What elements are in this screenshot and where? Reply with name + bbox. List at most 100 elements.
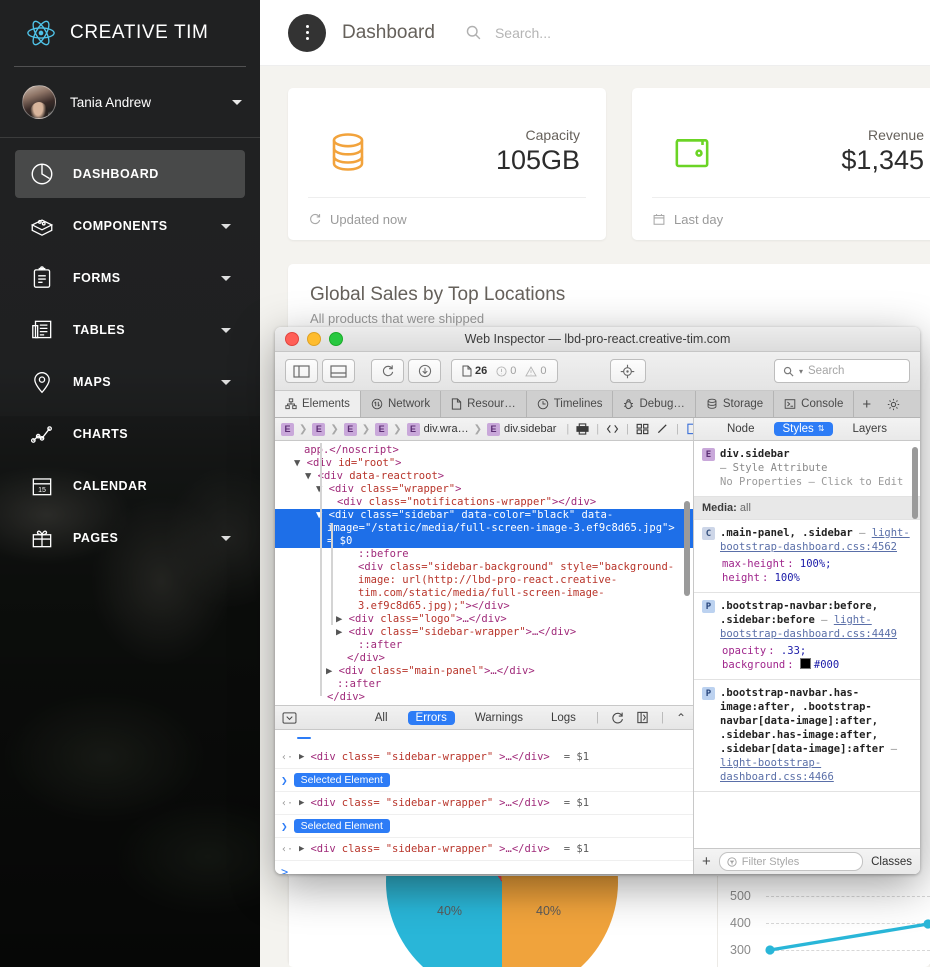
sidebar-item-pages[interactable]: PAGES xyxy=(15,514,245,562)
code-brackets-icon[interactable] xyxy=(606,423,619,435)
dom-line[interactable]: <div class="sidebar-background" style="b… xyxy=(275,561,693,613)
console-row-input[interactable]: ❯ Selected Element xyxy=(275,769,693,792)
dom-tree[interactable]: app.</noscript> ▼ <div id="root"> ▼ <div… xyxy=(275,441,693,705)
dom-line[interactable]: ▶ <div class="logo">…</div> xyxy=(275,613,693,626)
lego-block-icon xyxy=(30,219,54,236)
console-row-input[interactable]: ❯ Selected Element xyxy=(275,815,693,838)
style-rule-sidebar-after[interactable]: P .bootstrap-navbar.has-image:after, .bo… xyxy=(694,680,920,792)
sidebar-item-charts[interactable]: CHARTS xyxy=(15,410,245,458)
tab-resources[interactable]: Resour… xyxy=(441,391,527,417)
console-prompt-row[interactable]: > xyxy=(275,861,693,874)
dom-line[interactable]: </div> xyxy=(275,691,693,704)
breadcrumb-item-wrapper[interactable]: E div.wra… xyxy=(405,422,471,436)
filter-styles-input[interactable]: Filter Styles xyxy=(718,852,864,871)
sidebar-item-components[interactable]: COMPONENTS xyxy=(15,202,245,250)
breadcrumb-item[interactable]: E xyxy=(342,422,359,436)
split-console-icon[interactable] xyxy=(636,711,649,724)
grid-layout-icon[interactable] xyxy=(636,423,649,435)
style-rule-sidebar-before[interactable]: P .bootstrap-navbar:before, .sidebar:bef… xyxy=(694,593,920,680)
tab-settings-button[interactable] xyxy=(879,391,908,417)
style-source-link[interactable]: light-bootstrap-dashboard.css:4466 xyxy=(720,757,834,783)
styles-scrollbar[interactable] xyxy=(912,447,918,519)
sidebar-logo[interactable]: CREATIVE TIM xyxy=(0,0,260,66)
add-style-rule-button[interactable]: + xyxy=(702,854,711,869)
dom-line[interactable]: ▼ <div class="wrapper"> xyxy=(275,483,693,496)
download-button[interactable] xyxy=(408,359,441,383)
console-filter-errors[interactable]: Errors xyxy=(407,710,455,725)
dom-line[interactable]: ▼ <div data-reactroot> xyxy=(275,470,693,483)
dock-bottom-button[interactable] xyxy=(322,359,355,383)
tab-node[interactable]: Node xyxy=(719,422,763,436)
chevron-down-icon[interactable] xyxy=(221,535,231,541)
console-row[interactable]: ‹· ▶ <div class= "sidebar-wrapper" >…</div… xyxy=(275,838,693,861)
tab-timelines[interactable]: Timelines xyxy=(527,391,614,417)
chevron-down-icon[interactable] xyxy=(221,223,231,229)
console-row[interactable]: ‹· ▶ <div class= "sidebar-wrapper" >…</div… xyxy=(275,746,693,769)
search-input[interactable] xyxy=(492,23,727,42)
tab-console[interactable]: Console xyxy=(774,391,855,417)
navbar-search[interactable] xyxy=(465,23,727,42)
console-row[interactable]: ‹· ▶ <div class= "sidebar-wrapper" >…</div… xyxy=(275,792,693,815)
dom-line[interactable]: <div class="notifications-wrapper"></div… xyxy=(275,496,693,509)
console-filter-warnings[interactable]: Warnings xyxy=(467,711,531,725)
sidebar-item-forms[interactable]: FORMS xyxy=(15,254,245,302)
console-filter-logs[interactable]: Logs xyxy=(543,711,584,725)
dom-line-selected[interactable]: ▼ <div class="sidebar" data-color="black… xyxy=(275,509,693,548)
dom-line[interactable]: ::after xyxy=(275,639,693,652)
pencil-edit-icon[interactable] xyxy=(656,423,669,435)
tab-debugger[interactable]: Debug… xyxy=(613,391,696,417)
tab-network[interactable]: Network xyxy=(361,391,442,417)
dom-line[interactable]: </div> xyxy=(275,652,693,665)
breadcrumb-item-sidebar[interactable]: E div.sidebar xyxy=(485,422,558,436)
chevron-down-icon[interactable] xyxy=(221,327,231,333)
styles-rule-list[interactable]: E div.sidebar — Style Attribute No Prope… xyxy=(694,441,920,848)
sidebar-item-maps[interactable]: MAPS xyxy=(15,358,245,406)
dom-line[interactable]: ▶ <div class="fixed-plugin">…</div> xyxy=(275,704,693,705)
reload-button[interactable] xyxy=(371,359,404,383)
sidebar-item-dashboard[interactable]: DASHBOARD xyxy=(15,150,245,198)
sidebar-item-tables[interactable]: TABLES xyxy=(15,306,245,354)
style-property: max-height: 100%; xyxy=(722,558,832,570)
tab-styles[interactable]: Styles ⇅ xyxy=(774,422,833,436)
dom-line[interactable]: ▼ <div id="root"> xyxy=(275,457,693,470)
dom-line[interactable]: ▶ <div class="sidebar-wrapper">…</div> xyxy=(275,626,693,639)
tab-add-button[interactable]: + xyxy=(854,391,879,417)
console-filter-icon[interactable] xyxy=(282,711,297,724)
breadcrumb-item[interactable]: E xyxy=(310,422,327,436)
panel-toggle-icon[interactable] xyxy=(686,423,693,435)
dom-line[interactable]: ::after xyxy=(275,678,693,691)
inspector-titlebar[interactable]: Web Inspector — lbd-pro-react.creative-t… xyxy=(275,327,920,352)
color-swatch[interactable] xyxy=(799,658,811,669)
element-badge: E xyxy=(281,422,294,436)
clear-console-icon[interactable] xyxy=(611,711,624,724)
console-filter-all[interactable]: All xyxy=(367,711,396,725)
sidebar-user[interactable]: Tania Andrew xyxy=(0,67,260,137)
dom-line[interactable]: ::before xyxy=(275,548,693,561)
tab-elements[interactable]: Elements xyxy=(275,391,361,417)
console-toolbar: All Errors Warnings Logs | | ⌃ xyxy=(275,706,693,730)
element-badge: E xyxy=(702,448,715,461)
inspect-element-button[interactable] xyxy=(609,359,646,383)
print-icon[interactable] xyxy=(576,423,589,435)
caret-down-icon[interactable] xyxy=(232,99,242,105)
style-no-properties[interactable]: No Properties — Click to Edit xyxy=(702,475,912,489)
dom-line[interactable]: app.</noscript> xyxy=(275,444,693,457)
style-rule-inline[interactable]: E div.sidebar — Style Attribute No Prope… xyxy=(694,441,920,497)
tab-layers[interactable]: Layers xyxy=(845,422,896,436)
dock-side-button[interactable] xyxy=(285,359,318,383)
selected-element-badge xyxy=(297,737,311,739)
style-rule-main-panel-sidebar[interactable]: C .main-panel, .sidebar — light-bootstra… xyxy=(694,520,920,593)
dom-tree-scrollbar[interactable] xyxy=(684,501,690,596)
kebab-menu-icon[interactable] xyxy=(288,13,326,52)
breadcrumb-item[interactable]: E xyxy=(373,422,390,436)
breadcrumb-item[interactable]: E xyxy=(279,422,296,436)
chevron-down-icon[interactable] xyxy=(221,275,231,281)
page-title: Dashboard xyxy=(342,21,435,43)
inspector-search-field[interactable]: ▾ Search xyxy=(774,359,910,383)
tab-storage[interactable]: Storage xyxy=(696,391,775,417)
dom-line[interactable]: ▶ <div class="main-panel">…</div> xyxy=(275,665,693,678)
classes-button[interactable]: Classes xyxy=(871,856,912,868)
sidebar-item-calendar[interactable]: 15 CALENDAR xyxy=(15,462,245,510)
chevron-up-icon[interactable]: ⌃ xyxy=(676,711,686,725)
chevron-down-icon[interactable] xyxy=(221,379,231,385)
